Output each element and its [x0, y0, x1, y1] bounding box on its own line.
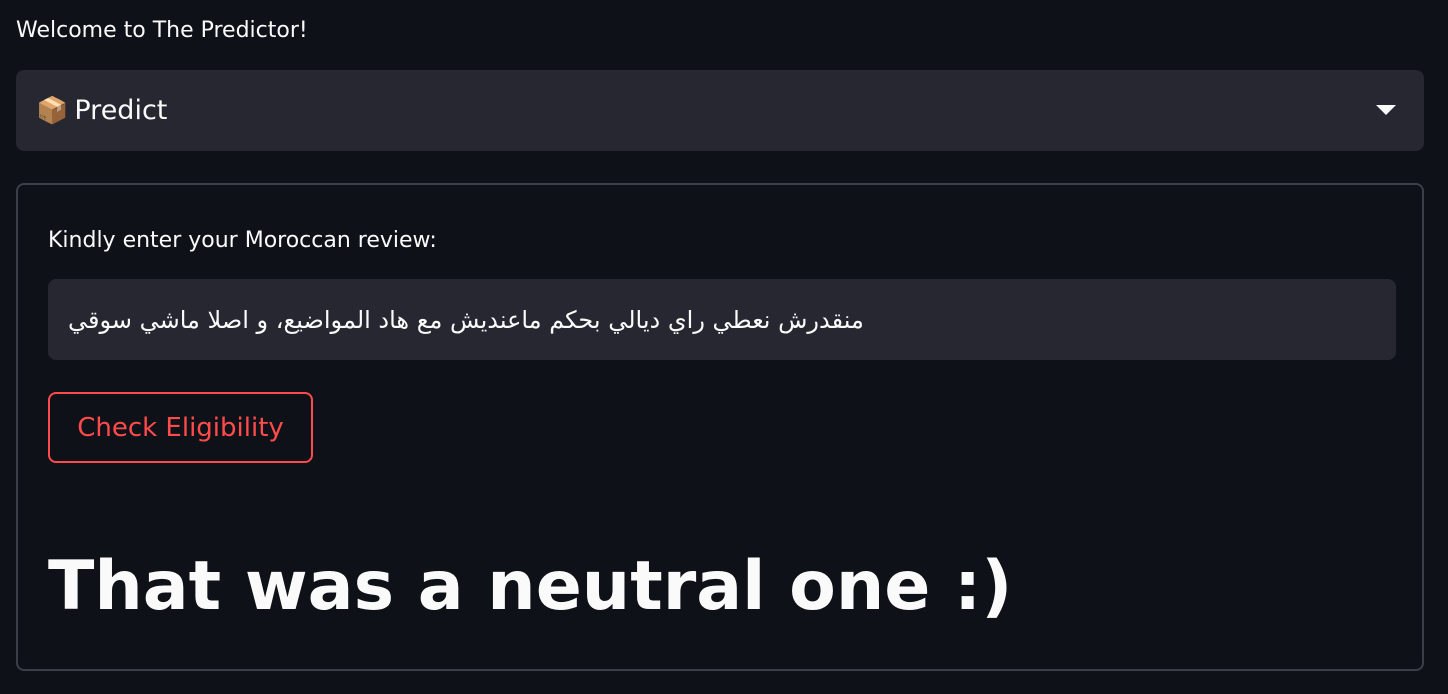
package-icon: 📦: [36, 95, 69, 126]
mode-select[interactable]: 📦 Predict: [16, 70, 1424, 151]
review-form: Kindly enter your Moroccan review: Check…: [16, 183, 1424, 671]
check-eligibility-button[interactable]: Check Eligibility: [48, 392, 313, 463]
review-input[interactable]: [48, 279, 1396, 360]
chevron-down-icon[interactable]: [1376, 105, 1396, 115]
welcome-text: Welcome to The Predictor!: [16, 18, 308, 43]
prediction-result: That was a neutral one :): [48, 547, 1013, 626]
app-page: Welcome to The Predictor! 📦 Predict Kind…: [0, 0, 1448, 694]
mode-select-value: Predict: [74, 95, 168, 126]
review-input-label: Kindly enter your Moroccan review:: [48, 228, 437, 253]
